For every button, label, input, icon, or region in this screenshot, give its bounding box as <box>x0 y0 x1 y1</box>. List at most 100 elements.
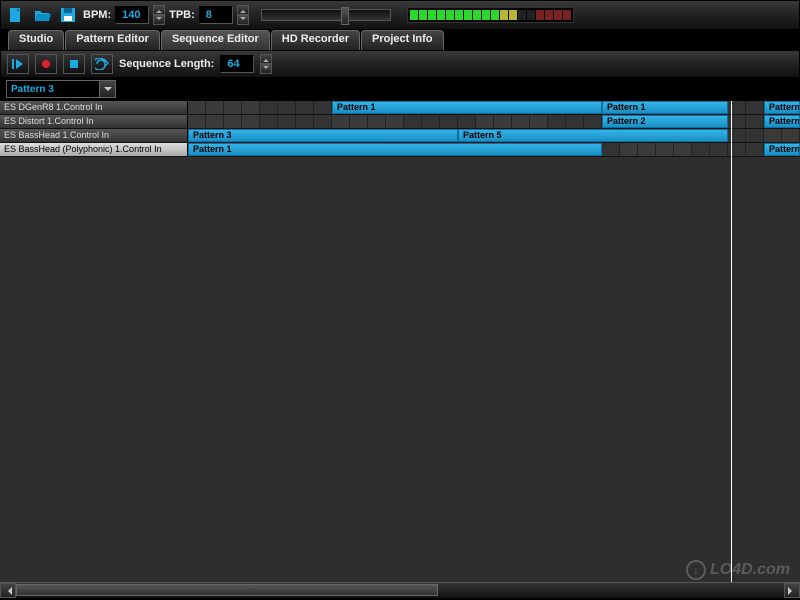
meter-segment <box>446 10 454 20</box>
track-row: ES BassHead 1.Control InPattern 3Pattern… <box>0 129 800 143</box>
grid-cell[interactable] <box>746 129 764 142</box>
grid-cell[interactable] <box>278 115 296 128</box>
tab-project-info[interactable]: Project Info <box>361 30 444 50</box>
seq-length-field[interactable]: 64 <box>220 55 254 73</box>
grid-cell[interactable] <box>206 115 224 128</box>
grid-cell[interactable] <box>476 115 494 128</box>
pattern-clip[interactable]: Pattern 1 <box>602 101 728 114</box>
grid-cell[interactable] <box>422 115 440 128</box>
grid-cell[interactable] <box>548 115 566 128</box>
grid-cell[interactable] <box>710 143 728 156</box>
pattern-clip[interactable]: Pattern 1 <box>188 143 602 156</box>
chevron-down-icon[interactable] <box>99 81 115 97</box>
track-cells[interactable]: Pattern 1 Pattern 3 <box>188 143 800 156</box>
grid-cell[interactable] <box>296 115 314 128</box>
bpm-spinner[interactable] <box>153 5 165 25</box>
grid-cell[interactable] <box>566 115 584 128</box>
new-file-button[interactable] <box>5 4 27 26</box>
grid-cell[interactable] <box>368 115 386 128</box>
pattern-clip[interactable]: Pattern 1 <box>332 101 602 114</box>
meter-segment <box>509 10 517 20</box>
grid-cell[interactable] <box>314 115 332 128</box>
track-label[interactable]: ES DGenR8 1.Control In <box>0 101 188 114</box>
grid-cell[interactable] <box>782 129 800 142</box>
tab-studio[interactable]: Studio <box>8 30 64 50</box>
seq-length-spinner[interactable] <box>260 54 272 74</box>
track-label[interactable]: ES BassHead (Polyphonic) 1.Control In <box>0 143 188 156</box>
scroll-left-button[interactable] <box>0 583 16 598</box>
track-cells[interactable]: Pattern 2 Pattern 3 <box>188 115 800 128</box>
grid-cell[interactable] <box>242 115 260 128</box>
grid-cell[interactable] <box>242 101 260 114</box>
grid-cell[interactable] <box>224 101 242 114</box>
record-button[interactable] <box>35 54 57 74</box>
grid-cell[interactable] <box>386 115 404 128</box>
grid-cell[interactable] <box>260 115 278 128</box>
scroll-thumb[interactable] <box>16 584 438 596</box>
grid-cell[interactable] <box>206 101 224 114</box>
volume-slider[interactable] <box>261 9 391 21</box>
tpb-field[interactable]: 8 <box>199 6 233 24</box>
track-label[interactable]: ES BassHead 1.Control In <box>0 129 188 142</box>
grid-cell[interactable] <box>584 115 602 128</box>
meter-segment <box>545 10 553 20</box>
grid-cell[interactable] <box>188 115 206 128</box>
grid-cell[interactable] <box>188 101 206 114</box>
pattern-clip[interactable]: Pattern 2 <box>602 115 728 128</box>
open-file-button[interactable] <box>31 4 53 26</box>
scroll-right-button[interactable] <box>784 583 800 598</box>
pattern-clip[interactable]: Pattern 5 <box>458 129 728 142</box>
main-toolbar: BPM: 140 TPB: 8 <box>0 0 800 30</box>
pattern-dropdown-value: Pattern 3 <box>7 84 99 95</box>
playhead[interactable] <box>731 101 732 582</box>
pattern-clip[interactable]: Pattern 3 <box>764 143 800 156</box>
tab-pattern-editor[interactable]: Pattern Editor <box>65 30 160 50</box>
grid-cell[interactable] <box>314 101 332 114</box>
grid-cell[interactable] <box>440 115 458 128</box>
grid-cell[interactable] <box>278 101 296 114</box>
grid-cell[interactable] <box>746 115 764 128</box>
grid-cell[interactable] <box>458 115 476 128</box>
grid-cell[interactable] <box>296 101 314 114</box>
meter-segment <box>455 10 463 20</box>
grid-cell[interactable] <box>404 115 422 128</box>
pattern-clip[interactable]: Pattern 3 <box>188 129 458 142</box>
track-cells[interactable]: Pattern 1Pattern 1Pattern 1 <box>188 101 800 114</box>
grid-cell[interactable] <box>602 143 620 156</box>
grid-cell[interactable] <box>620 143 638 156</box>
grid-cell[interactable] <box>638 143 656 156</box>
bpm-field[interactable]: 140 <box>115 6 149 24</box>
pattern-select-row: Pattern 3 <box>0 78 800 100</box>
meter-segment <box>464 10 472 20</box>
scroll-track[interactable] <box>16 583 784 597</box>
loop-button[interactable] <box>91 54 113 74</box>
grid-cell[interactable] <box>746 101 764 114</box>
save-button[interactable] <box>57 4 79 26</box>
tab-hd-recorder[interactable]: HD Recorder <box>271 30 360 50</box>
pattern-dropdown[interactable]: Pattern 3 <box>6 80 116 98</box>
grid-cell[interactable] <box>494 115 512 128</box>
track-cells[interactable]: Pattern 3Pattern 5 <box>188 129 800 142</box>
grid-cell[interactable] <box>350 115 368 128</box>
track-label[interactable]: ES Distort 1.Control In <box>0 115 188 128</box>
grid-cell[interactable] <box>674 143 692 156</box>
meter-segment <box>563 10 571 20</box>
grid-cell[interactable] <box>224 115 242 128</box>
grid-cell[interactable] <box>260 101 278 114</box>
slider-thumb[interactable] <box>341 7 349 25</box>
grid-cell[interactable] <box>512 115 530 128</box>
tab-sequence-editor[interactable]: Sequence Editor <box>161 30 270 50</box>
grid-cell[interactable] <box>692 143 710 156</box>
grid-cell[interactable] <box>656 143 674 156</box>
horizontal-scrollbar[interactable] <box>0 582 800 598</box>
pattern-clip[interactable]: Pattern 1 <box>764 101 800 114</box>
play-button[interactable] <box>7 54 29 74</box>
grid-cell[interactable] <box>332 115 350 128</box>
stop-button[interactable] <box>63 54 85 74</box>
grid-cell[interactable] <box>746 143 764 156</box>
grid-cell[interactable] <box>530 115 548 128</box>
grid-cell[interactable] <box>764 129 782 142</box>
meter-segment <box>410 10 418 20</box>
pattern-clip[interactable]: Pattern 3 <box>764 115 800 128</box>
tpb-spinner[interactable] <box>237 5 249 25</box>
